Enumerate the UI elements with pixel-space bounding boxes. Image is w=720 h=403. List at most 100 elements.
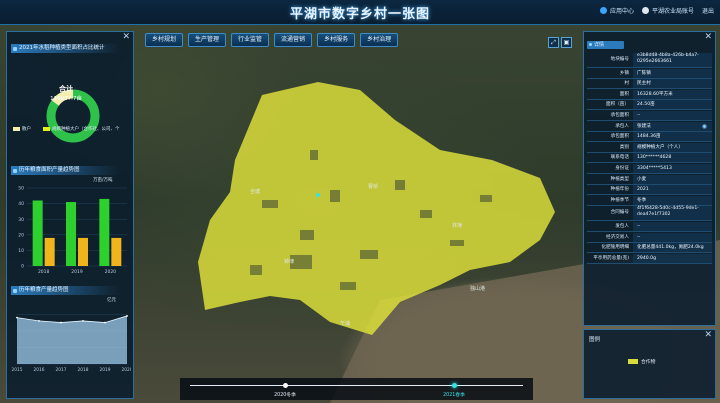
- detail-value: --: [633, 111, 712, 120]
- tab-supervision[interactable]: 行业监管: [231, 33, 270, 47]
- detail-value: 3304*****5413: [633, 164, 712, 173]
- detail-value: 16328.60平方米: [633, 89, 712, 99]
- detail-key: 村: [624, 81, 629, 87]
- detail-value: 规模种植大户（个人）: [633, 142, 712, 152]
- bar-section-title: 历年粮食面积产量趋势图: [11, 166, 119, 175]
- timeline-label: 2020冬季: [274, 393, 296, 398]
- detail-value: 小麦: [633, 174, 712, 184]
- detail-row: 地块编号 e3b8d48-4b8a-426b-b4a7-0295e2663661: [587, 53, 712, 68]
- app-center-link[interactable]: 应用中心: [599, 6, 634, 15]
- detail-value: e3b8d48-4b8a-426b-b4a7-0295e2663661: [633, 53, 712, 67]
- detail-row: 面积 16328.60平方米: [587, 89, 712, 100]
- donut-total-value: 116937.7亩: [50, 96, 82, 102]
- detail-key: 种植季节: [610, 197, 629, 203]
- detail-value: --: [633, 222, 712, 231]
- account-menu[interactable]: 平湖农业局账号: [641, 6, 694, 15]
- close-icon[interactable]: ✕: [122, 32, 130, 42]
- detail-key: 乡镇: [619, 70, 629, 76]
- fullscreen-icon[interactable]: ⤢: [548, 37, 559, 48]
- x-tick-label: 2017: [56, 367, 67, 373]
- bar: [99, 198, 110, 266]
- map-label: 林埭: [452, 223, 463, 229]
- x-tick-label: 2019: [71, 269, 83, 275]
- data-point: [16, 316, 18, 319]
- detail-key: 地块编号: [610, 57, 629, 62]
- detail-value: 张建法: [633, 121, 712, 131]
- x-tick-label: 2018: [38, 269, 50, 275]
- detail-value: 化肥总量441.0kg，氮肥24.0kg: [633, 243, 712, 253]
- detail-key: 化肥施用明细: [601, 245, 629, 251]
- map-label: 全塘: [250, 189, 261, 195]
- tab-marketing[interactable]: 流通营销: [274, 33, 313, 47]
- x-tick-label: 2020: [122, 367, 131, 373]
- bar: [66, 202, 76, 266]
- detail-key: 经济交易人: [606, 234, 629, 240]
- eye-icon[interactable]: ◉: [702, 123, 707, 130]
- bar: [44, 237, 55, 266]
- detail-row: 类别 规模种植大户（个人）: [587, 142, 712, 153]
- bar: [78, 237, 88, 266]
- detail-key: 平亭用药总量(克): [593, 255, 629, 261]
- detail-value: 4f1f6428-5d0c-4d55-9de1-dea47e1f7302: [633, 206, 712, 221]
- left-stats-panel: ✕ 2021年水稻种植类型面积占比统计 合计 116937.7亩 散户 规模种植…: [6, 31, 134, 399]
- detail-value: 130******4628: [633, 153, 712, 163]
- detail-row: 承包人 张建法 ◉: [587, 121, 712, 132]
- tab-governance[interactable]: 乡村治理: [360, 33, 399, 47]
- detail-row: 种植季节 冬季: [587, 195, 712, 206]
- detail-value: 24.50亩: [633, 100, 712, 110]
- time-slider[interactable]: 2020冬季 2021春季: [180, 378, 533, 400]
- x-tick-label: 2015: [12, 367, 23, 373]
- donut-section-title: 2021年水稻种植类型面积占比统计: [11, 44, 119, 53]
- detail-value: 1484.36亩: [633, 132, 712, 142]
- area-section-title: 历年粮食产量趋势图: [11, 286, 119, 295]
- y-tick-label: 20: [18, 232, 24, 238]
- close-icon[interactable]: ✕: [704, 330, 712, 340]
- tab-village-planning[interactable]: 乡村规划: [145, 33, 184, 47]
- timeline-node[interactable]: [283, 383, 288, 388]
- detail-row: 承包面积 1484.36亩: [587, 132, 712, 143]
- detail-panel: ✕ 详情 地块编号 e3b8d48-4b8a-426b-b4a7-0295e266…: [583, 31, 716, 326]
- detail-row: 乡镇 广陈镇: [587, 68, 712, 79]
- detail-section-label: 详情: [587, 41, 624, 49]
- legend-title: 图例: [589, 337, 601, 343]
- data-point: [38, 320, 40, 322]
- bar-chart: 0 10 20 30 40 50 2018 2019 2020: [18, 186, 127, 275]
- detail-key: 承包面积: [610, 134, 629, 140]
- detail-row: 发包人 --: [587, 222, 712, 232]
- detail-key: 发包人: [615, 224, 629, 229]
- close-icon[interactable]: ✕: [704, 32, 712, 42]
- detail-value: 2940.0g: [633, 253, 712, 263]
- area-fill: [17, 315, 127, 364]
- y-tick-label: 50: [18, 186, 24, 192]
- bar: [32, 200, 43, 266]
- detail-row: 种植年份 2021: [587, 185, 712, 196]
- detail-key: 种植年份: [610, 187, 629, 193]
- logout-link[interactable]: 退出: [702, 6, 714, 15]
- donut-total-label: 合计: [59, 85, 73, 93]
- detail-key: 承包人: [615, 123, 629, 129]
- tab-production[interactable]: 生产管理: [188, 33, 227, 47]
- x-tick-label: 2020: [105, 269, 117, 275]
- detail-value: --: [633, 232, 712, 242]
- map-label: 曹桥: [368, 184, 379, 190]
- tab-village-service[interactable]: 乡村服务: [317, 33, 356, 47]
- map-label: 独山港: [470, 286, 486, 292]
- timeline-node-active[interactable]: [452, 383, 457, 388]
- area-chart: 2015 2016 2017 2018 2019 2020: [12, 314, 131, 373]
- layers-icon[interactable]: ▣: [561, 37, 572, 48]
- data-point: [104, 321, 106, 324]
- detail-row: 经济交易人 --: [587, 232, 712, 243]
- map-legend-panel: ✕ 图例 合作物: [583, 329, 716, 399]
- detail-row: 身份证 3304*****5413: [587, 164, 712, 174]
- detail-key: 面积: [619, 91, 629, 97]
- timeline-track: [190, 385, 523, 386]
- app-header: 平湖市数字乡村一张图 应用中心 平湖农业局账号 退出: [0, 0, 720, 25]
- legend-item: 合作物: [628, 358, 655, 365]
- detail-key: 合同编号: [610, 210, 629, 216]
- detail-row: 种植类型 小麦: [587, 174, 712, 185]
- app-center-icon: [599, 7, 607, 14]
- y-tick-label: 30: [18, 217, 24, 223]
- detail-key: 面积（亩）: [606, 102, 629, 108]
- detail-row: 面积（亩） 24.50亩: [587, 100, 712, 111]
- x-tick-label: 2016: [34, 367, 45, 373]
